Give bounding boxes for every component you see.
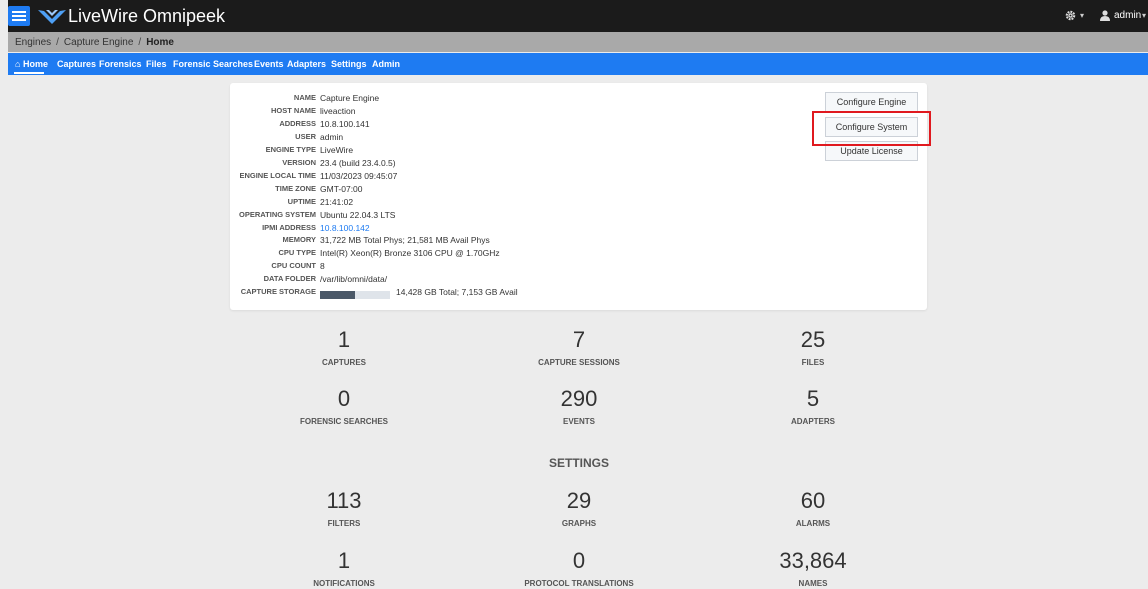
- stat-label[interactable]: EVENTS: [479, 417, 679, 426]
- stat-label[interactable]: ADAPTERS: [713, 417, 913, 426]
- app-title: LiveWire Omnipeek: [68, 6, 226, 26]
- info-label: HOST NAME: [271, 106, 316, 115]
- configure-engine-button[interactable]: Configure Engine: [825, 92, 918, 112]
- info-label: UPTIME: [287, 197, 316, 206]
- stat-value[interactable]: 5: [713, 386, 913, 412]
- info-label: CAPTURE STORAGE: [240, 287, 316, 296]
- user-icon[interactable]: [1100, 10, 1110, 21]
- info-value: Ubuntu 22.04.3 LTS: [320, 210, 396, 220]
- stat-value[interactable]: 113: [244, 488, 444, 514]
- info-value: 11/03/2023 09:45:07: [320, 171, 398, 181]
- nav-forensics[interactable]: Forensics: [99, 59, 142, 69]
- stat-label[interactable]: PROTOCOL TRANSLATIONS: [479, 579, 679, 588]
- capture-storage-used: [320, 291, 356, 299]
- info-label: TIME ZONE: [275, 184, 316, 193]
- user-menu[interactable]: admin: [1114, 10, 1141, 21]
- breadcrumb-current: Home: [146, 37, 174, 48]
- nav-files[interactable]: Files: [146, 59, 167, 69]
- stat-label[interactable]: CAPTURES: [244, 358, 444, 367]
- info-value: LiveWire: [320, 145, 354, 155]
- stat-value[interactable]: 1: [244, 548, 444, 574]
- capture-storage-bar: [320, 291, 390, 299]
- info-label: ENGINE TYPE: [265, 145, 316, 154]
- info-value: 21:41:02: [320, 197, 354, 207]
- settings-section-title: SETTINGS: [548, 456, 609, 470]
- info-value: 31,722 MB Total Phys; 21,581 MB Avail Ph…: [320, 235, 490, 245]
- info-label: USER: [295, 132, 316, 141]
- nav-events[interactable]: Events: [254, 59, 284, 69]
- chevron-down-icon[interactable]: ▾: [1142, 11, 1146, 20]
- stat-value[interactable]: 29: [479, 488, 679, 514]
- top-header: LiveWire Omnipeek ▾ admin ▾: [8, 0, 1148, 32]
- info-label: ENGINE LOCAL TIME: [239, 171, 316, 180]
- active-tab-indicator: [14, 72, 44, 74]
- home-icon: ⌂: [15, 59, 21, 69]
- highlight-annotation: [812, 111, 931, 146]
- stat-label[interactable]: GRAPHS: [479, 519, 679, 528]
- stat-label[interactable]: FILTERS: [244, 519, 444, 528]
- stat-label[interactable]: NOTIFICATIONS: [244, 579, 444, 588]
- stat-value[interactable]: 0: [244, 386, 444, 412]
- info-label: CPU TYPE: [278, 248, 316, 257]
- stat-value[interactable]: 25: [713, 327, 913, 353]
- info-value: Intel(R) Xeon(R) Bronze 3106 CPU @ 1.70G…: [320, 248, 500, 258]
- nav-settings[interactable]: Settings: [331, 59, 367, 69]
- info-label: MEMORY: [282, 235, 316, 244]
- stat-value[interactable]: 33,864: [713, 548, 913, 574]
- breadcrumb-capture-engine[interactable]: Capture Engine: [64, 37, 134, 48]
- info-label: DATA FOLDER: [263, 274, 316, 283]
- stat-label[interactable]: NAMES: [713, 579, 913, 588]
- nav-admin[interactable]: Admin: [372, 59, 400, 69]
- stat-value[interactable]: 1: [244, 327, 444, 353]
- info-value: 8: [320, 261, 325, 271]
- info-value: admin: [320, 132, 344, 142]
- info-value: Capture Engine: [320, 93, 380, 103]
- info-label: IPMI ADDRESS: [262, 223, 316, 232]
- info-value: GMT-07:00: [320, 184, 363, 194]
- nav-captures[interactable]: Captures: [57, 59, 96, 69]
- info-value: 23.4 (build 23.4.0.5): [320, 158, 396, 168]
- breadcrumb-engines[interactable]: Engines: [15, 37, 51, 48]
- info-value: /var/lib/omni/data/: [320, 274, 388, 284]
- gear-icon[interactable]: [1065, 10, 1076, 21]
- nav-forensic-searches[interactable]: Forensic Searches: [173, 59, 253, 69]
- main-nav: ⌂ Home Captures Forensics Files Forensic…: [8, 53, 1148, 75]
- stat-value[interactable]: 7: [479, 327, 679, 353]
- info-label: NAME: [293, 93, 316, 102]
- ipmi-address-link[interactable]: 10.8.100.142: [320, 222, 370, 234]
- stat-value[interactable]: 290: [479, 386, 679, 412]
- nav-adapters[interactable]: Adapters: [287, 59, 326, 69]
- menu-icon[interactable]: [8, 6, 30, 26]
- stat-label[interactable]: CAPTURE SESSIONS: [479, 358, 679, 367]
- info-label: CPU COUNT: [271, 261, 316, 270]
- info-label: VERSION: [282, 158, 316, 167]
- info-label: ADDRESS: [279, 119, 316, 128]
- livewire-logo-icon: [38, 10, 66, 24]
- chevron-down-icon[interactable]: ▾: [1080, 11, 1084, 20]
- stat-value[interactable]: 60: [713, 488, 913, 514]
- stat-value[interactable]: 0: [479, 548, 679, 574]
- stat-label[interactable]: FILES: [713, 358, 913, 367]
- info-value: 10.8.100.141: [320, 119, 370, 129]
- breadcrumb: Engines / Capture Engine / Home: [8, 32, 1148, 52]
- info-value: liveaction: [320, 106, 356, 116]
- nav-home[interactable]: ⌂ Home: [15, 59, 48, 69]
- stat-label[interactable]: FORENSIC SEARCHES: [244, 417, 444, 426]
- stat-label[interactable]: ALARMS: [713, 519, 913, 528]
- info-value: 14,428 GB Total; 7,153 GB Avail: [396, 287, 518, 297]
- info-label: OPERATING SYSTEM: [239, 210, 316, 219]
